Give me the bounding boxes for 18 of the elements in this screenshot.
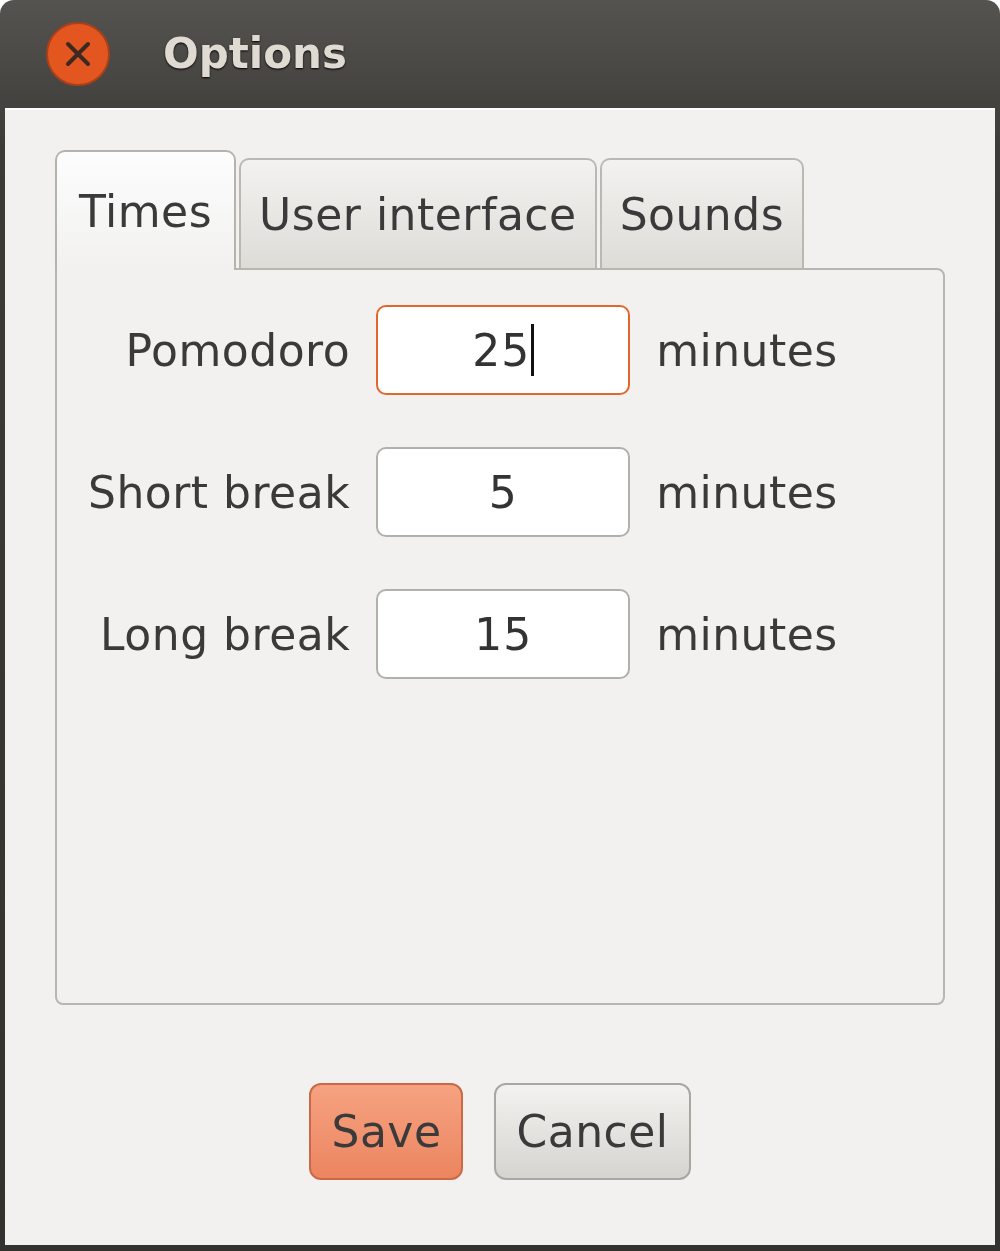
unit-label: minutes (656, 324, 838, 376)
window-title: Options (163, 28, 347, 80)
close-button[interactable] (46, 22, 110, 86)
number-field[interactable]: 25 (376, 305, 631, 395)
tab[interactable]: Times (55, 150, 237, 270)
dialog-button[interactable]: Cancel (494, 1083, 691, 1180)
field-label: Pomodoro (125, 324, 351, 376)
close-icon (46, 22, 110, 86)
tab[interactable]: User interface (239, 158, 597, 268)
number-field[interactable]: 15 (376, 589, 631, 679)
text-cursor-icon (531, 324, 535, 376)
field-label: Long break (100, 608, 351, 660)
number-field[interactable]: 5 (376, 447, 631, 537)
field-label: Short break (88, 466, 351, 518)
unit-label: minutes (656, 608, 838, 660)
tab[interactable]: Sounds (599, 158, 805, 268)
unit-label: minutes (656, 466, 838, 518)
default-button[interactable]: Save (309, 1083, 464, 1180)
